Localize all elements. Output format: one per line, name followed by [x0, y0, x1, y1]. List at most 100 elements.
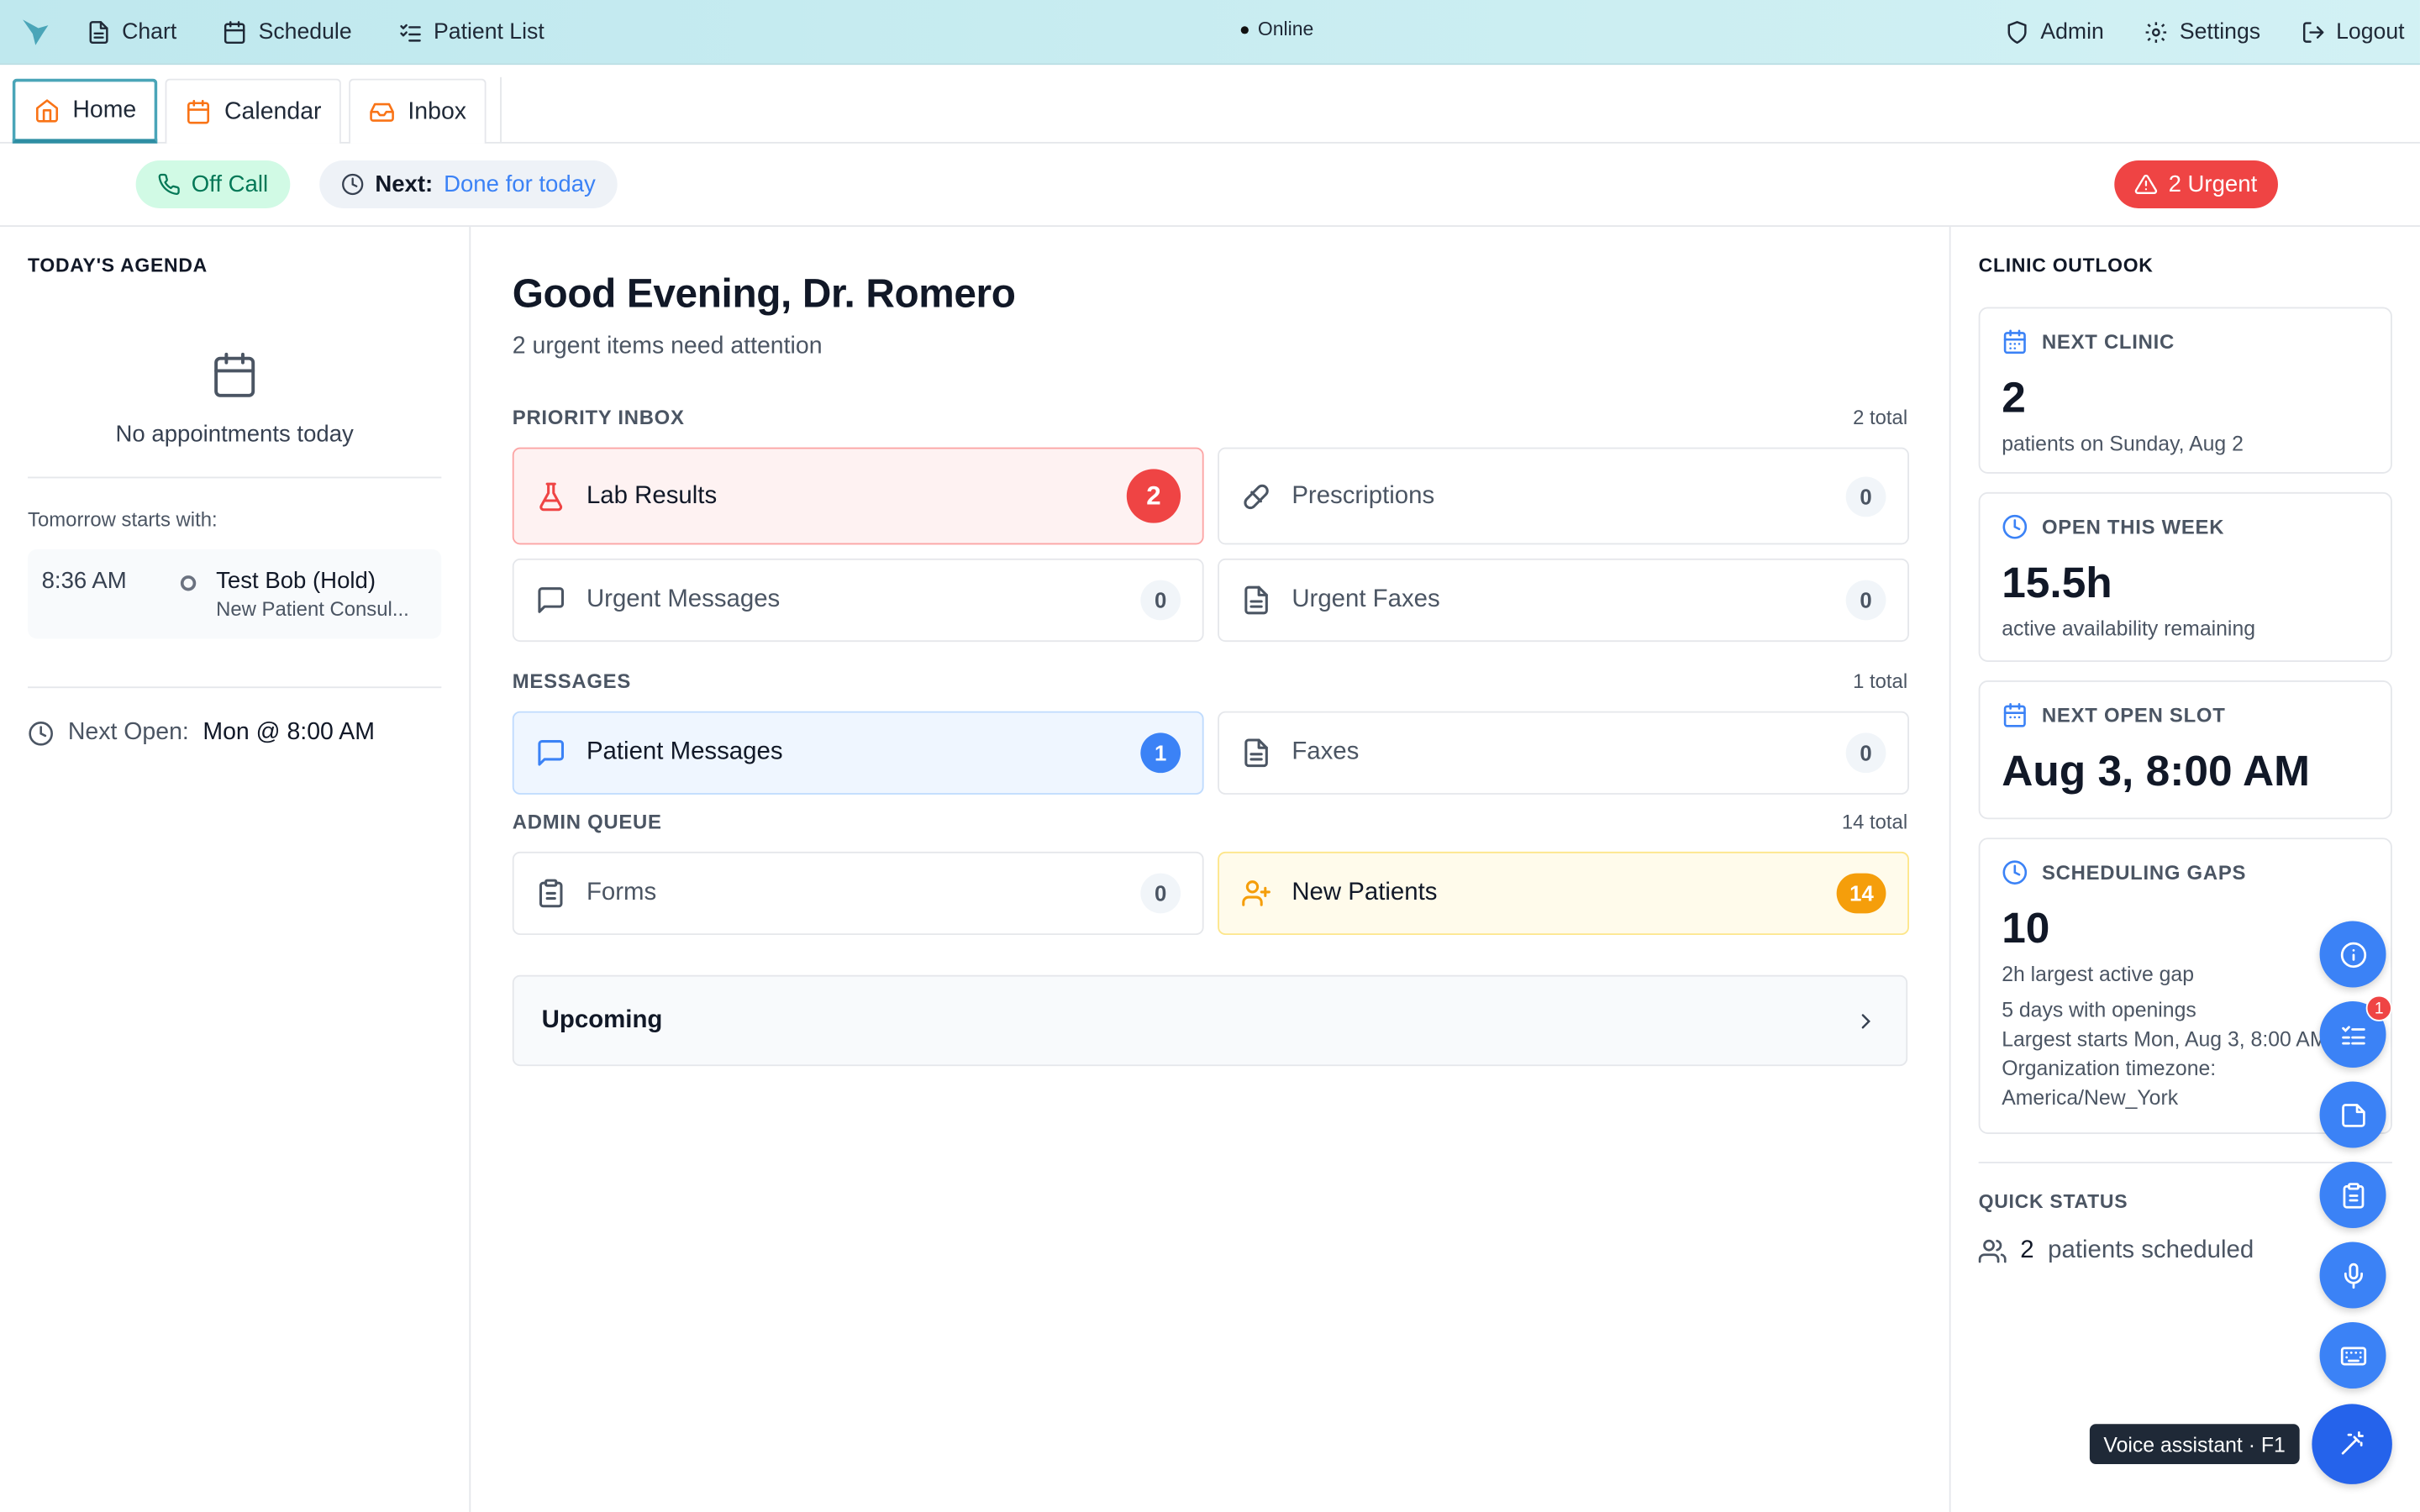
- upcoming-section[interactable]: Upcoming: [512, 974, 1908, 1067]
- lab-results-card[interactable]: Lab Results 2: [512, 447, 1204, 545]
- new-patients-card[interactable]: New Patients 14: [1218, 851, 1909, 936]
- microphone-fab[interactable]: [2319, 1242, 2386, 1309]
- calendar-icon: [2002, 702, 2028, 728]
- tab-calendar[interactable]: Calendar: [166, 78, 342, 144]
- next-label: Next:: [375, 171, 434, 198]
- agenda-divider-2: [28, 686, 442, 689]
- faxes-card[interactable]: Faxes 0: [1218, 711, 1909, 795]
- keyboard-fab[interactable]: [2319, 1322, 2386, 1389]
- phone-icon: [157, 173, 181, 197]
- scheduling-gaps-head: SCHEDULING GAPS: [2002, 859, 2369, 885]
- tab-inbox[interactable]: Inbox: [349, 78, 487, 144]
- priority-inbox-total: 2 total: [1853, 406, 1908, 429]
- call-status-pill[interactable]: Off Call: [135, 160, 290, 208]
- clinic-outlook-panel: CLINIC OUTLOOK NEXT CLINIC 2 patients on…: [1951, 227, 2420, 1512]
- scheduling-gaps-line: America/New_York: [2002, 1086, 2179, 1110]
- info-fab[interactable]: [2319, 921, 2386, 988]
- dashboard-center: Good Evening, Dr. Romero 2 urgent items …: [471, 226, 1951, 1512]
- nav-admin[interactable]: Admin: [2005, 19, 2104, 44]
- calendar-icon: [186, 99, 212, 125]
- urgent-faxes-count: 0: [1845, 580, 1886, 621]
- logout-icon: [2301, 19, 2325, 44]
- top-navigation-bar: Chart Schedule Patient List Online Admin…: [0, 0, 2420, 66]
- nav-settings-label: Settings: [2179, 18, 2261, 45]
- lab-results-label: Lab Results: [586, 481, 718, 509]
- urgent-faxes-card[interactable]: Urgent Faxes 0: [1218, 558, 1909, 643]
- tab-home-label: Home: [72, 96, 137, 123]
- nav-schedule[interactable]: Schedule: [223, 18, 352, 45]
- appointment-type: New Patient Consul...: [216, 596, 409, 621]
- prescriptions-card[interactable]: Prescriptions 0: [1218, 447, 1909, 545]
- notes-fab[interactable]: [2319, 1081, 2386, 1148]
- nav-logout[interactable]: Logout: [2301, 19, 2405, 44]
- tab-bar: Home Calendar Inbox: [0, 65, 2420, 144]
- nav-schedule-label: Schedule: [258, 18, 352, 45]
- greeting-title: Good Evening, Dr. Romero: [512, 270, 1016, 317]
- open-this-week-head: OPEN THIS WEEK: [2002, 514, 2369, 540]
- prescriptions-label: Prescriptions: [1292, 481, 1435, 509]
- nav-patient-list-label: Patient List: [433, 18, 544, 45]
- calendar-icon: [223, 19, 247, 44]
- alert-triangle-icon: [2134, 173, 2158, 197]
- nav-chart[interactable]: Chart: [87, 19, 176, 44]
- microphone-icon: [2339, 1262, 2367, 1289]
- users-icon: [1978, 1237, 2007, 1265]
- messages-label: MESSAGES: [512, 669, 632, 693]
- tomorrow-label: Tomorrow starts with:: [28, 507, 218, 531]
- clipboard-fab[interactable]: [2319, 1162, 2386, 1229]
- outlook-title: CLINIC OUTLOOK: [1978, 255, 2154, 276]
- quick-status-count: 2: [2020, 1237, 2034, 1264]
- magic-wand-icon: [2338, 1431, 2366, 1458]
- urgent-messages-count: 0: [1140, 580, 1181, 621]
- tab-home[interactable]: Home: [12, 78, 159, 144]
- document-icon: [1241, 585, 1292, 616]
- priority-inbox-label: PRIORITY INBOX: [512, 406, 685, 429]
- clock-icon: [28, 720, 54, 746]
- appointment-details: Test Bob (Hold) New Patient Consul...: [216, 568, 409, 620]
- shield-icon: [2005, 19, 2029, 44]
- scheduling-gaps-line: Largest starts Mon, Aug 3, 8:00 AM: [2002, 1027, 2328, 1051]
- appointment-item[interactable]: 8:36 AM Test Bob (Hold) New Patient Cons…: [28, 549, 442, 639]
- flask-icon: [535, 480, 587, 512]
- agenda-empty-state: No appointments today: [28, 350, 441, 448]
- app-logo-icon[interactable]: [15, 12, 55, 52]
- quick-status-text: patients scheduled: [2048, 1237, 2254, 1264]
- sticky-note-icon: [2339, 1100, 2367, 1128]
- message-icon: [535, 585, 587, 616]
- admin-queue-grid: Forms 0 New Patients 14: [512, 851, 1909, 936]
- open-this-week-label: OPEN THIS WEEK: [2041, 515, 2225, 539]
- scheduling-gaps-value: 10: [2002, 904, 2050, 953]
- new-patients-label: New Patients: [1292, 879, 1438, 906]
- next-open-slot-value: Aug 3, 8:00 AM: [2002, 746, 2310, 795]
- scheduling-gaps-line: 5 days with openings: [2002, 998, 2196, 1021]
- tasks-fab[interactable]: 1: [2319, 995, 2392, 1068]
- agenda-panel: TODAY'S AGENDA No appointments today Tom…: [0, 226, 471, 1512]
- chevron-right-icon: [1854, 1008, 1878, 1032]
- urgent-pill[interactable]: 2 Urgent: [2114, 160, 2278, 208]
- pill-icon: [1241, 480, 1292, 512]
- voice-assistant-tooltip: Voice assistant · F1: [2089, 1424, 2300, 1465]
- next-clinic-label: NEXT CLINIC: [2041, 330, 2175, 354]
- admin-queue-label: ADMIN QUEUE: [512, 810, 662, 833]
- urgent-text: 2 Urgent: [2168, 171, 2258, 198]
- tab-separator: [500, 76, 502, 142]
- voice-assistant-fab[interactable]: [2312, 1404, 2392, 1484]
- forms-card[interactable]: Forms 0: [512, 851, 1204, 936]
- open-this-week-desc: active availability remaining: [2002, 617, 2256, 641]
- calendar-icon: [28, 350, 441, 400]
- status-dot: [1240, 25, 1249, 34]
- list-checks-icon: [2339, 1021, 2367, 1048]
- next-clinic-head: NEXT CLINIC: [2002, 328, 2369, 354]
- next-open-value: Mon @ 8:00 AM: [203, 718, 375, 746]
- message-icon: [535, 738, 587, 769]
- forms-label: Forms: [586, 879, 657, 906]
- urgent-faxes-label: Urgent Faxes: [1292, 585, 1440, 613]
- urgent-messages-card[interactable]: Urgent Messages 0: [512, 558, 1204, 643]
- nav-patient-list[interactable]: Patient List: [398, 19, 544, 44]
- lab-results-count: 2: [1126, 469, 1181, 523]
- scheduling-gaps-desc: 2h largest active gap: [2002, 963, 2195, 986]
- nav-settings[interactable]: Settings: [2144, 19, 2260, 44]
- inbox-icon: [369, 99, 395, 125]
- patient-messages-card[interactable]: Patient Messages 1: [512, 711, 1204, 795]
- messages-header: MESSAGES 1 total: [513, 669, 1907, 693]
